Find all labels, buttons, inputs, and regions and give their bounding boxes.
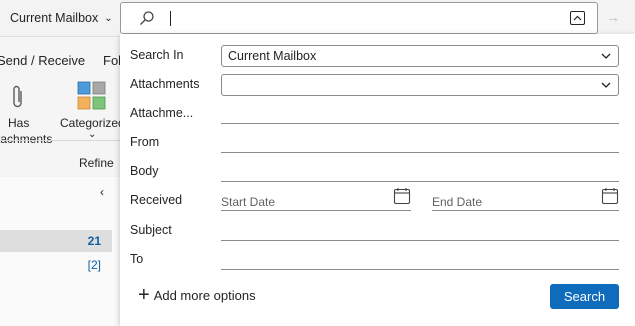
refine-group-label: Refine <box>79 156 114 170</box>
chevron-left-icon[interactable]: ‹ <box>100 185 104 199</box>
scope-label: Current Mailbox <box>10 11 99 25</box>
search-input[interactable] <box>120 2 598 34</box>
start-date-placeholder: Start Date <box>221 195 276 209</box>
has-attachments-label-1: Has <box>8 116 30 130</box>
tab-folder[interactable]: Fol <box>103 53 121 68</box>
has-attachments-label-2: attachments <box>0 132 53 146</box>
subject-label: Subject <box>130 223 172 237</box>
end-date-placeholder: End Date <box>432 195 483 209</box>
search-in-select[interactable]: Current Mailbox <box>221 45 619 67</box>
plus-icon: + <box>138 284 150 306</box>
from-label: From <box>130 135 160 149</box>
from-field[interactable] <box>221 131 619 153</box>
body-label: Body <box>130 164 159 178</box>
to-label: To <box>130 252 144 266</box>
search-in-label: Search In <box>130 48 184 62</box>
search-button[interactable]: Search <box>550 284 619 309</box>
background-app: Current Mailbox ⌄ Send / Receive Fol Has… <box>0 0 125 326</box>
attachments-select[interactable] <box>221 74 619 96</box>
chevron-down-icon: ⌄ <box>88 129 97 140</box>
advanced-search-panel: Search In Current Mailbox Attachments At… <box>120 34 635 326</box>
scope-selector[interactable]: Current Mailbox ⌄ <box>0 0 120 36</box>
end-date-field[interactable]: End Date <box>432 187 619 211</box>
chevron-down-icon <box>601 53 611 59</box>
search-icon <box>140 11 154 25</box>
ribbon-divider <box>0 140 120 141</box>
arrow-right-icon[interactable]: → <box>606 9 620 25</box>
chevron-down-icon <box>601 82 611 88</box>
tab-send-receive[interactable]: Send / Receive <box>0 53 85 68</box>
body-field[interactable] <box>221 160 619 182</box>
calendar-icon[interactable] <box>393 187 411 205</box>
draft-count: [2] <box>87 258 101 272</box>
add-more-options-button[interactable]: + Add more options <box>138 284 256 306</box>
chevron-up-icon <box>573 15 582 21</box>
text-cursor <box>170 11 171 26</box>
calendar-icon[interactable] <box>601 187 619 205</box>
attachments-label: Attachments <box>130 77 200 91</box>
paperclip-icon <box>13 85 22 108</box>
categories-grid-icon[interactable] <box>77 81 107 111</box>
search-in-value: Current Mailbox <box>228 49 317 63</box>
to-field[interactable] <box>221 248 619 270</box>
attachment-name-label: Attachme... <box>130 106 194 120</box>
chevron-down-icon: ⌄ <box>104 12 113 24</box>
collapse-options-button[interactable] <box>570 11 585 25</box>
unread-count: 21 <box>87 234 101 248</box>
categorized-label: Categorized <box>60 116 125 130</box>
subject-field[interactable] <box>221 219 619 241</box>
attachment-name-field[interactable] <box>221 102 619 124</box>
add-more-options-label: Add more options <box>153 287 256 303</box>
received-label: Received <box>130 193 183 207</box>
ribbon: Send / Receive Fol Has attachments Categ… <box>0 36 125 176</box>
start-date-field[interactable]: Start Date <box>221 187 411 211</box>
